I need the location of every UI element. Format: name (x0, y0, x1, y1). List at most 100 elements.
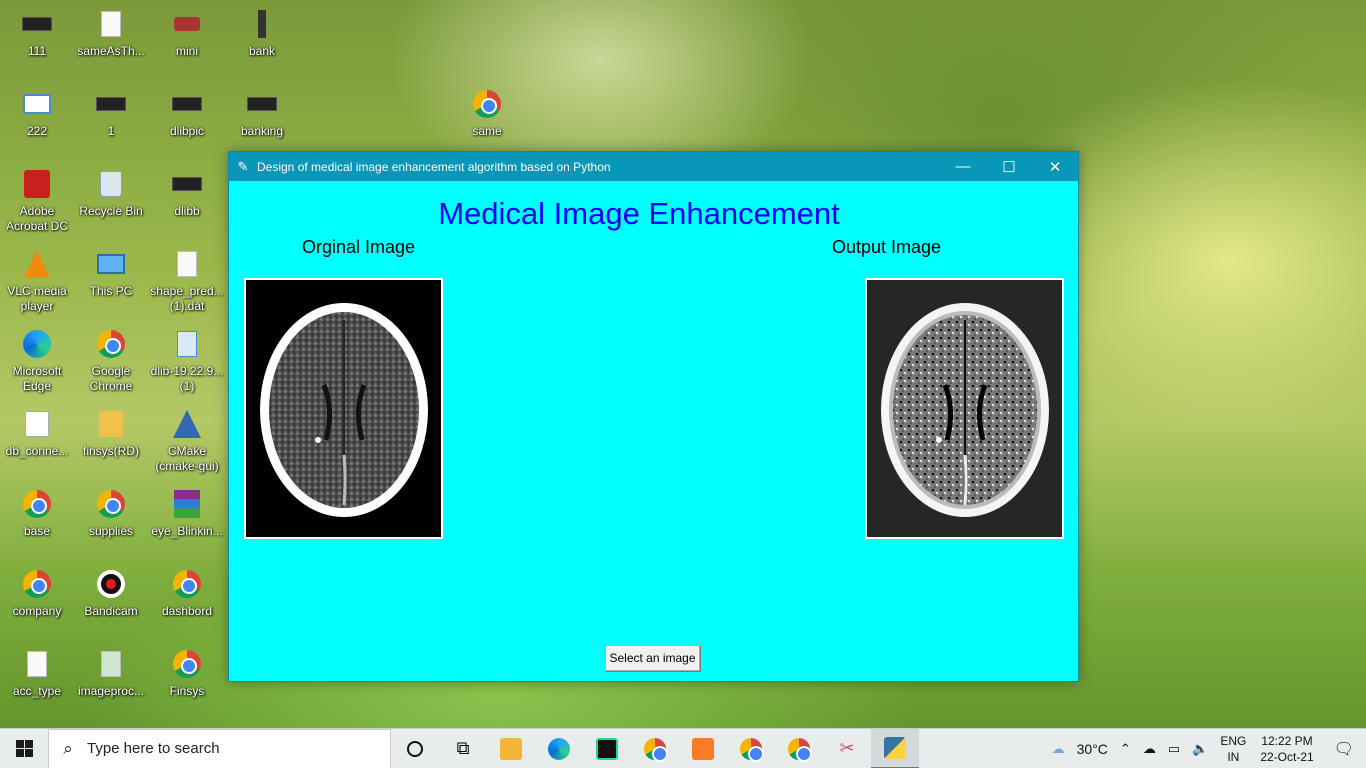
desktop-icon-label: Recycle Bin (79, 204, 143, 218)
chrome-icon (644, 737, 668, 762)
onedrive-icon[interactable]: ☁ (1137, 741, 1162, 757)
output-image (865, 278, 1064, 539)
desktop-icon-this-pc[interactable]: This PC (74, 248, 148, 299)
file-icon (171, 328, 203, 360)
minimize-button[interactable]: — (940, 152, 986, 181)
xampp-taskbar[interactable] (679, 729, 727, 768)
desktop-icon-acc-type[interactable]: acc_type (0, 648, 74, 699)
desktop-icon-finsys-rd[interactable]: finsys(RD) (74, 408, 148, 459)
desktop-icon-dlibpic[interactable]: dlibpic (150, 88, 224, 139)
desktop-icon-sameasth[interactable]: sameAsTh... (74, 8, 148, 59)
snipping-tool-taskbar[interactable]: ✂ (823, 729, 871, 768)
network-icon[interactable]: ▭ (1162, 741, 1186, 757)
bandicam-icon (95, 568, 127, 600)
desktop-icon-recycle-bin[interactable]: Recycle Bin (74, 168, 148, 219)
desktop-icon-db-conne[interactable]: db_conne... (0, 408, 74, 459)
desktop-icon-supplies[interactable]: supplies (74, 488, 148, 539)
desktop-icon-bank[interactable]: bank (225, 8, 299, 59)
acrobat-icon (21, 168, 53, 200)
desktop-icon-label: dlibb (174, 204, 200, 218)
desktop-icon-label: Microsoft Edge (12, 364, 62, 393)
chrome-icon (21, 488, 53, 520)
python-app-taskbar[interactable] (871, 728, 919, 768)
dark-icon (171, 88, 203, 120)
desktop-icon-chrome[interactable]: Google Chrome (74, 328, 148, 394)
clock[interactable]: 12:22 PM 22-Oct-21 (1252, 733, 1321, 765)
chrome-taskbar-2[interactable] (727, 729, 775, 768)
cortana-button[interactable] (391, 729, 439, 768)
desktop-icon-label: shape_pred... (1).dat (150, 284, 224, 313)
select-image-button[interactable]: Select an image (605, 645, 700, 671)
folder-icon (95, 408, 127, 440)
desktop-icon-imageproc[interactable]: imageproc... (74, 648, 148, 699)
desktop-icon-dlib[interactable]: dlib-19.22.9... (1) (150, 328, 224, 394)
dark-icon (171, 168, 203, 200)
region-code: IN (1227, 749, 1240, 764)
weather-icon[interactable]: ☁ (1046, 741, 1071, 757)
desktop-icon-label: VLC media player (7, 284, 67, 313)
weather-temp[interactable]: 30°C (1071, 741, 1114, 757)
original-image (244, 278, 443, 539)
desktop-icon-same[interactable]: same (450, 88, 524, 139)
desktop-icon-vlc[interactable]: VLC media player (0, 248, 74, 314)
desktop-icon-banking[interactable]: banking (225, 88, 299, 139)
dark-icon (246, 8, 278, 40)
window-title: Design of medical image enhancement algo… (257, 159, 611, 174)
desktop-icon-cmake[interactable]: CMake (cmake-gui) (150, 408, 224, 474)
pc-icon (95, 248, 127, 280)
start-button[interactable] (0, 729, 48, 768)
app-heading: Medical Image Enhancement (438, 196, 840, 231)
desktop-icon-bandicam[interactable]: Bandicam (74, 568, 148, 619)
clock-time: 12:22 PM (1261, 733, 1313, 748)
desktop-icon-adobe-acrobat[interactable]: Adobe Acrobat DC (0, 168, 74, 234)
folder-icon (500, 737, 522, 760)
desktop-icon-label: CMake (cmake-gui) (155, 444, 219, 473)
tk-feather-icon: ✎ (237, 158, 249, 174)
task-view-button[interactable]: ⧉ (439, 729, 487, 768)
chrome-icon (21, 568, 53, 600)
pycharm-taskbar[interactable] (583, 729, 631, 768)
system-tray: ☁ 30°C ⌃ ☁ ▭ 🔈 ENG IN 12:22 PM 22-Oct-21… (1046, 729, 1366, 768)
file-icon (171, 248, 203, 280)
desktop-icon-111[interactable]: 111 (0, 8, 74, 59)
desktop-icon-dlibb[interactable]: dlibb (150, 168, 224, 219)
desktop-icon-edge[interactable]: Microsoft Edge (0, 328, 74, 394)
desktop-icon-label: mini (175, 44, 198, 58)
app-window: ✎ Design of medical image enhancement al… (228, 151, 1079, 682)
maximize-button[interactable]: ☐ (986, 152, 1032, 181)
desktop-icon-shape-pred[interactable]: shape_pred... (1).dat (150, 248, 224, 314)
clock-date: 22-Oct-21 (1260, 749, 1314, 764)
desktop-icon-label: company (12, 604, 62, 618)
file-explorer-taskbar[interactable] (487, 729, 535, 768)
dark-icon (95, 88, 127, 120)
taskbar: ⌕ Type here to search ⧉ ✂ ☁ 30°C ⌃ ☁ ▭ 🔈… (0, 728, 1366, 768)
chrome-taskbar-3[interactable] (775, 729, 823, 768)
desktop-icon-label: sameAsTh... (77, 44, 145, 58)
desktop-icon-finsys[interactable]: Finsys (150, 648, 224, 699)
vlc-icon (21, 248, 53, 280)
desktop-icon-222[interactable]: 222 (0, 88, 74, 139)
desktop-icon-1[interactable]: 1 (74, 88, 148, 139)
chrome-taskbar-1[interactable] (631, 729, 679, 768)
chrome-icon (471, 88, 503, 120)
snipping-tool-icon: ✂ (839, 738, 855, 758)
volume-icon[interactable]: 🔈 (1186, 741, 1214, 757)
notification-icon[interactable]: 🗨 (1322, 739, 1366, 759)
desktop-icon-label: imageproc... (77, 684, 145, 698)
desktop-icon-mini[interactable]: mini (150, 8, 224, 59)
language-indicator[interactable]: ENG IN (1214, 733, 1252, 765)
desktop-icon-label: Google Chrome (89, 364, 133, 393)
winrar-icon (171, 488, 203, 520)
desktop-icon-eye-blinkin[interactable]: eye_Blinkin... (150, 488, 224, 539)
desktop-icon-company[interactable]: company (0, 568, 74, 619)
close-button[interactable]: ✕ (1032, 152, 1078, 181)
desktop-icon-label: dashbord (161, 604, 213, 618)
desktop-icon-dashbord[interactable]: dashbord (150, 568, 224, 619)
desktop-icon-base[interactable]: base (0, 488, 74, 539)
chevron-up-icon[interactable]: ⌃ (1114, 741, 1137, 757)
taskbar-search[interactable]: ⌕ Type here to search (48, 728, 391, 768)
python-icon (884, 736, 906, 759)
edge-taskbar[interactable] (535, 729, 583, 768)
window-titlebar[interactable]: ✎ Design of medical image enhancement al… (229, 152, 1078, 181)
windows-icon (15, 740, 33, 757)
